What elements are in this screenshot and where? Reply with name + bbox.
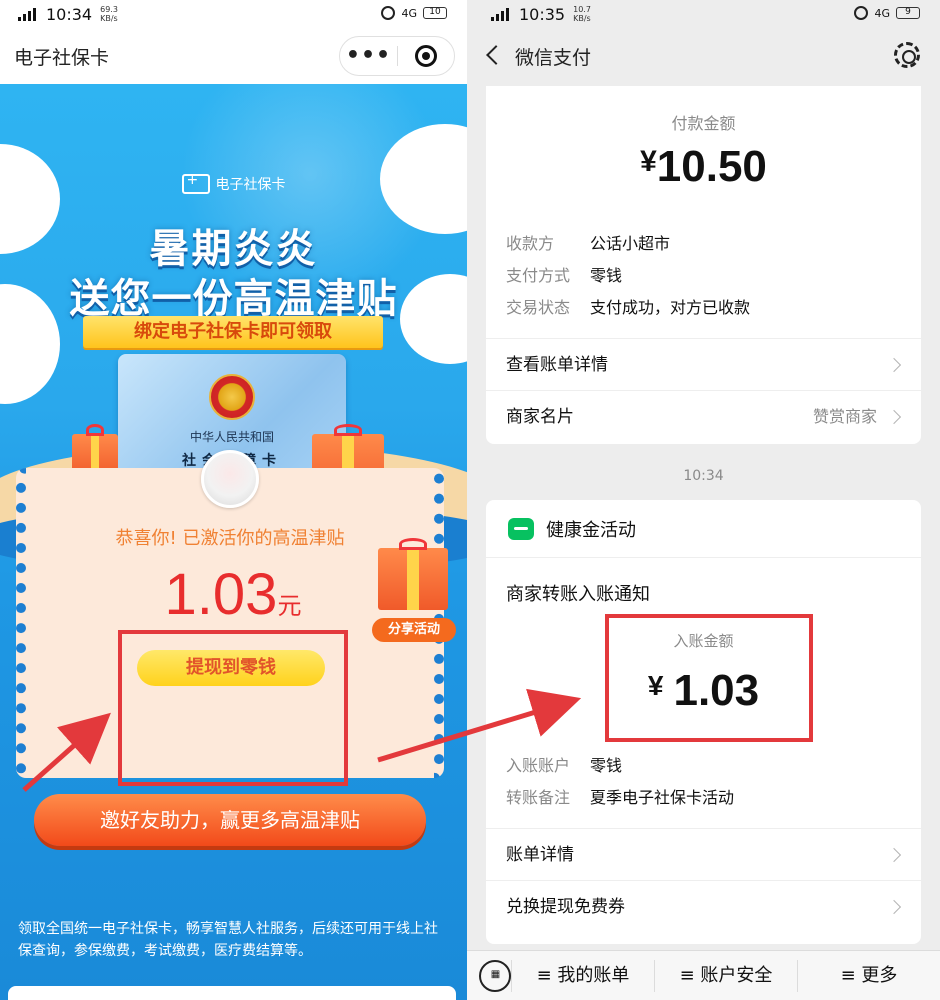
- national-emblem-icon: [209, 374, 255, 420]
- signal-icon: [18, 7, 38, 21]
- message-timestamp: 10:34: [683, 468, 724, 484]
- chevron-right-icon: [886, 409, 902, 425]
- alarm-icon: [381, 6, 396, 20]
- card-header: 健康金活动: [486, 500, 921, 558]
- payment-method-row: 支付方式 零钱: [506, 266, 623, 285]
- chevron-left-icon[interactable]: [486, 45, 506, 65]
- highlight-box: [118, 630, 348, 786]
- menu-my-bills[interactable]: ≡ 我的账单: [511, 959, 654, 992]
- battery-icon: 9: [896, 7, 920, 19]
- redeem-coupon-row[interactable]: 兑换提现免费券: [486, 880, 921, 932]
- bottom-card-edge: [8, 986, 456, 1000]
- gear-icon[interactable]: [894, 42, 920, 68]
- chevron-right-icon: [886, 357, 902, 373]
- avatar: [201, 450, 259, 508]
- status-time: 10:34: [46, 4, 93, 24]
- chat-nav-bar: 微信支付: [467, 28, 940, 84]
- menu-more[interactable]: ≡ 更多: [797, 959, 940, 992]
- miniapp-capsule: •••: [339, 36, 455, 76]
- status-bar: 10:34 69.3 KB/s 4G 10: [0, 0, 467, 28]
- chevron-right-icon: [886, 899, 902, 915]
- invite-friends-button[interactable]: 邀好友助力，赢更多高温津贴: [34, 794, 426, 846]
- target-icon: [414, 45, 437, 67]
- page-title: 微信支付: [515, 47, 592, 69]
- share-gift-icon[interactable]: [378, 538, 448, 610]
- bottom-menu-bar: ▦ ≡ 我的账单 ≡ 账户安全 ≡ 更多: [467, 950, 940, 1000]
- right-phone-screen: 10:35 10.7 KB/s 4G 9 微信支付 付款金额 ¥10.50 收款方…: [467, 0, 940, 1000]
- status-bar: 10:35 10.7 KB/s 4G 9: [467, 0, 940, 28]
- battery-icon: 10: [423, 7, 447, 19]
- close-miniapp-button[interactable]: [398, 45, 454, 67]
- status-right: 4G 9: [854, 6, 920, 20]
- highlight-box: [605, 614, 813, 742]
- social-card-icon: [181, 172, 210, 194]
- payment-receipt-card: 付款金额 ¥10.50 收款方 公话小超市 支付方式 零钱 交易状态 支付成功，…: [486, 86, 921, 444]
- lte-icon: 4G: [874, 6, 890, 20]
- menu-account-security[interactable]: ≡ 账户安全: [654, 959, 797, 992]
- lte-icon: 4G: [401, 6, 417, 20]
- alarm-icon: [854, 6, 869, 20]
- tip-merchant-link[interactable]: 赞赏商家: [813, 391, 877, 443]
- transfer-remark-row: 转账备注 夏季电子社保卡活动: [506, 788, 735, 807]
- congrats-text: 恭喜你! 已激活你的高温津贴: [115, 528, 345, 549]
- screenshot-composite: 10:34 69.3 KB/s 4G 10 电子社保卡 ••• + 电子社保卡 …: [0, 0, 940, 1000]
- view-bill-details-row[interactable]: 查看账单详情: [486, 338, 921, 390]
- wallet-icon: [508, 517, 534, 540]
- payment-amount: ¥10.50: [640, 142, 767, 191]
- service-description: 领取全国统一电子社保卡，畅享智慧人社服务，后续还可用于线上社保查询，参保缴费，考…: [18, 921, 438, 959]
- miniapp-nav-bar: 电子社保卡 •••: [0, 28, 467, 84]
- brand-logo: 电子社保卡: [0, 172, 467, 194]
- payee-row: 收款方 公话小超市: [506, 234, 671, 253]
- bind-ribbon: 绑定电子社保卡即可领取: [83, 316, 383, 348]
- network-speed: 69.3 KB/s: [100, 5, 118, 23]
- notice-title: 商家转账入账通知: [506, 584, 650, 605]
- signal-icon: [491, 7, 511, 21]
- network-speed: 10.7 KB/s: [573, 5, 591, 23]
- status-right: 4G 10: [381, 6, 447, 20]
- chevron-right-icon: [886, 847, 902, 863]
- payment-amount-label: 付款金额: [671, 114, 736, 133]
- income-account-row: 入账账户 零钱: [506, 756, 623, 775]
- share-activity-button[interactable]: 分享活动: [372, 618, 456, 642]
- transaction-status-row: 交易状态 支付成功，对方已收款: [506, 298, 751, 317]
- page-title: 电子社保卡: [14, 46, 110, 69]
- keyboard-icon[interactable]: ▦: [479, 959, 511, 992]
- bill-details-row[interactable]: 账单详情: [486, 828, 921, 880]
- status-time: 10:35: [519, 4, 566, 24]
- ellipsis-icon[interactable]: •••: [340, 45, 397, 67]
- merchant-card-row[interactable]: 商家名片 赞赏商家: [486, 390, 921, 442]
- left-phone-screen: 10:34 69.3 KB/s 4G 10 电子社保卡 ••• + 电子社保卡 …: [0, 0, 467, 1000]
